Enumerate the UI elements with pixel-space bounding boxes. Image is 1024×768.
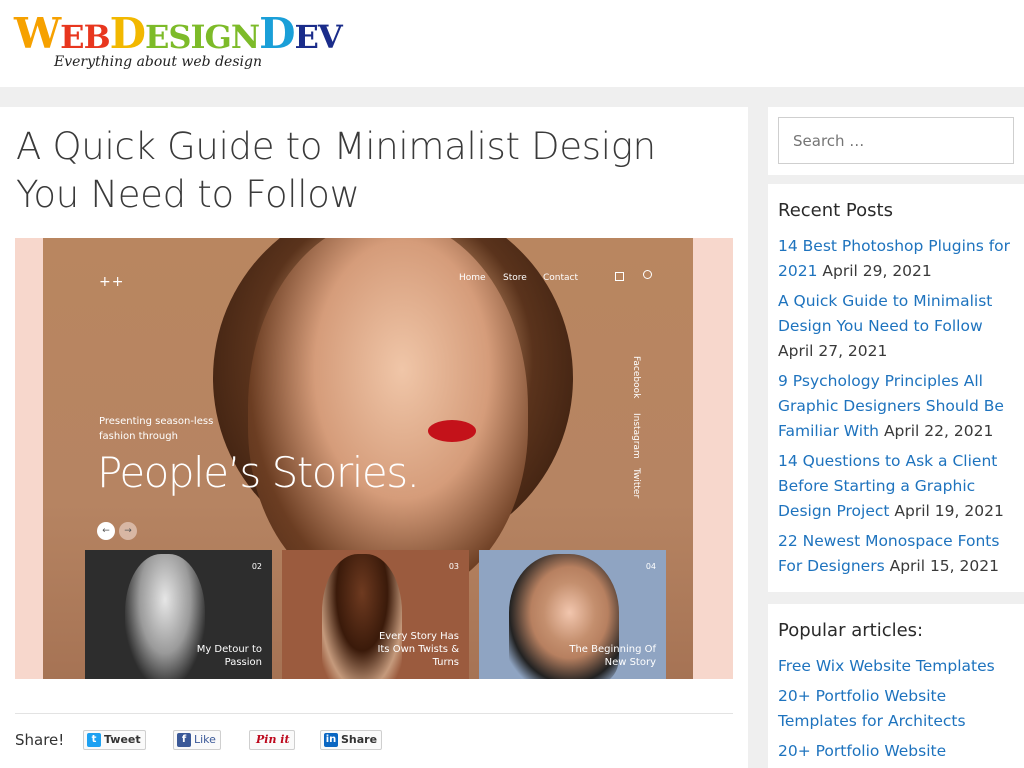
recent-posts-heading: Recent Posts bbox=[778, 200, 893, 221]
search-input[interactable] bbox=[778, 117, 1014, 164]
story-card-number: 04 bbox=[645, 562, 656, 571]
linkedin-in-icon: in bbox=[324, 733, 338, 747]
list-item: 14 Questions to Ask a Client Before Star… bbox=[778, 449, 1014, 524]
mockup-story-card: 03 Every Story Has Its Own Twists & Turn… bbox=[282, 550, 469, 679]
linkedin-button-label: Share bbox=[341, 733, 378, 746]
like-button-label: Like bbox=[194, 733, 216, 746]
logo-tagline: Everything about web design bbox=[54, 54, 262, 70]
logo-part-esign: ESIGN bbox=[145, 18, 260, 56]
logo-wordmark: WEBDESIGNDEV bbox=[14, 9, 343, 59]
twitter-bird-icon: t bbox=[87, 733, 101, 747]
mockup-logo-mark: ++ bbox=[99, 274, 125, 290]
grid-icon bbox=[615, 272, 624, 281]
mockup-social-facebook: Facebook bbox=[631, 356, 641, 399]
post-date: April 27, 2021 bbox=[778, 342, 888, 360]
recent-post-link[interactable]: A Quick Guide to Minimalist Design You N… bbox=[778, 292, 992, 335]
pinterest-pin-button[interactable]: Pin it bbox=[249, 730, 295, 750]
featured-image-mockup: ++ Home Store Contact Facebook Instagram… bbox=[43, 238, 693, 679]
list-item: 20+ Portfolio Website Templates for Arch… bbox=[778, 684, 1014, 734]
mockup-story-card: 02 My Detour to Passion bbox=[85, 550, 272, 679]
tweet-button[interactable]: t Tweet bbox=[83, 730, 146, 750]
logo-letter-d1: D bbox=[109, 9, 146, 58]
popular-articles-widget: Popular articles: Free Wix Website Templ… bbox=[768, 604, 1024, 768]
mockup-social-twitter: Twitter bbox=[631, 468, 641, 499]
logo-part-ev: EV bbox=[294, 18, 343, 56]
search-icon bbox=[643, 270, 652, 279]
site-header: WEBDESIGNDEV Everything about web design bbox=[0, 0, 1024, 87]
popular-article-link[interactable]: 20+ Portfolio Website Templates for Arch… bbox=[778, 687, 966, 730]
mockup-social-instagram: Instagram bbox=[631, 413, 641, 459]
logo-letter-w: W bbox=[14, 9, 61, 58]
story-card-caption: The Beginning Of New Story bbox=[569, 644, 656, 668]
mockup-subtitle-line-1: Presenting season-less bbox=[99, 416, 214, 427]
pin-button-label: Pin it bbox=[256, 733, 290, 746]
popular-article-link[interactable]: Free Wix Website Templates bbox=[778, 657, 995, 675]
logo-part-eb: EB bbox=[60, 18, 110, 56]
facebook-f-icon: f bbox=[177, 733, 191, 747]
share-bar: Share! t Tweet f Like Pin it in Share bbox=[15, 713, 733, 765]
arrow-right-icon: → bbox=[119, 522, 137, 540]
story-card-number: 02 bbox=[251, 562, 262, 571]
list-item: 14 Best Photoshop Plugins for 2021 April… bbox=[778, 234, 1014, 284]
list-item: 20+ Portfolio Website bbox=[778, 739, 1014, 764]
recent-posts-list: 14 Best Photoshop Plugins for 2021 April… bbox=[778, 234, 1014, 584]
popular-articles-list: Free Wix Website Templates 20+ Portfolio… bbox=[778, 654, 1014, 768]
list-item: A Quick Guide to Minimalist Design You N… bbox=[778, 289, 1014, 364]
model-lips bbox=[428, 420, 476, 442]
popular-articles-heading: Popular articles: bbox=[778, 620, 924, 641]
list-item: 22 Newest Monospace Fonts For Designers … bbox=[778, 529, 1014, 579]
mockup-nav-store: Store bbox=[503, 273, 527, 283]
mockup-subtitle-line-2: fashion through bbox=[99, 431, 178, 442]
search-widget bbox=[768, 107, 1024, 175]
logo-letter-d2: D bbox=[259, 9, 295, 58]
article-title: A Quick Guide to Minimalist Design You N… bbox=[16, 125, 656, 216]
post-date: April 29, 2021 bbox=[822, 262, 932, 280]
story-card-caption: Every Story Has Its Own Twists & Turns bbox=[377, 631, 459, 668]
mockup-subtitle: Presenting season-less fashion through bbox=[99, 414, 213, 444]
mockup-story-card: 04 The Beginning Of New Story bbox=[479, 550, 666, 679]
post-date: April 19, 2021 bbox=[894, 502, 1004, 520]
model-face bbox=[248, 238, 528, 598]
linkedin-share-button[interactable]: in Share bbox=[320, 730, 383, 750]
mockup-nav-contact: Contact bbox=[543, 273, 579, 283]
mockup-nav-home: Home bbox=[459, 273, 486, 283]
mockup-headline: People’s Stories. bbox=[97, 448, 420, 497]
featured-image: ++ Home Store Contact Facebook Instagram… bbox=[15, 238, 733, 679]
story-card-caption: My Detour to Passion bbox=[196, 644, 262, 668]
facebook-like-button[interactable]: f Like bbox=[173, 730, 221, 750]
post-date: April 22, 2021 bbox=[883, 422, 994, 440]
recent-posts-widget: Recent Posts 14 Best Photoshop Plugins f… bbox=[768, 184, 1024, 592]
tweet-button-label: Tweet bbox=[104, 733, 141, 746]
story-card-number: 03 bbox=[448, 562, 459, 571]
arrow-left-icon: ← bbox=[97, 522, 115, 540]
post-date: April 15, 2021 bbox=[889, 557, 999, 575]
site-logo[interactable]: WEBDESIGNDEV Everything about web design bbox=[14, 9, 343, 78]
list-item: 9 Psychology Principles All Graphic Desi… bbox=[778, 369, 1014, 444]
popular-article-link[interactable]: 20+ Portfolio Website bbox=[778, 742, 946, 760]
list-item: Free Wix Website Templates bbox=[778, 654, 1014, 679]
share-label: Share! bbox=[15, 731, 65, 749]
article-card: A Quick Guide to Minimalist Design You N… bbox=[0, 107, 748, 768]
